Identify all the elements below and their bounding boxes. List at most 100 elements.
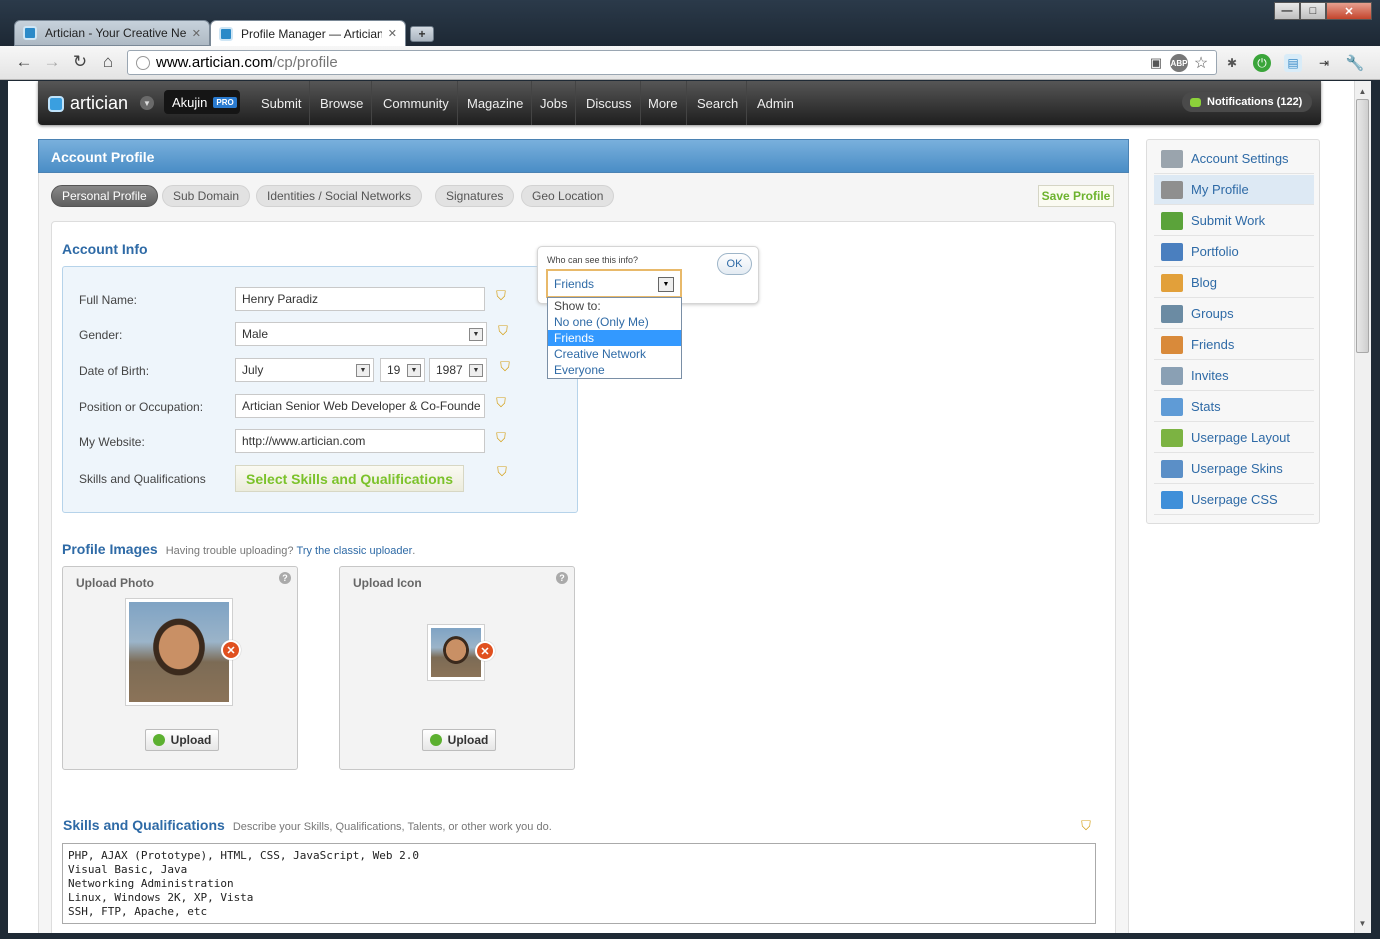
- close-window-button[interactable]: ✕: [1326, 2, 1372, 20]
- privacy-shield-icon[interactable]: ⛉: [494, 430, 508, 445]
- adblock-icon[interactable]: ABP: [1170, 54, 1188, 72]
- speech-bubble-icon: [1190, 97, 1201, 107]
- nav-more[interactable]: More: [640, 81, 687, 125]
- browser-tab-artician[interactable]: Artician - Your Creative Net ✕: [14, 20, 210, 46]
- privacy-select[interactable]: Friends ▼: [546, 269, 682, 298]
- gender-select[interactable]: Male ▼: [235, 322, 487, 346]
- scroll-down-arrow-icon[interactable]: ▼: [1356, 916, 1369, 930]
- browser-tab-profile-manager[interactable]: Profile Manager — Artician ✕: [210, 20, 406, 46]
- dob-month-select[interactable]: July ▼: [235, 358, 374, 382]
- refresh-icon: [152, 734, 165, 746]
- nav-admin[interactable]: Admin: [749, 81, 802, 125]
- tab-close-icon[interactable]: ✕: [192, 27, 201, 40]
- sidebar-item-userpage-layout[interactable]: Userpage Layout: [1154, 423, 1314, 453]
- sidebar-item-blog[interactable]: Blog: [1154, 268, 1314, 298]
- sidebar-item-invites[interactable]: Invites: [1154, 361, 1314, 391]
- upload-photo-title: Upload Photo: [76, 576, 154, 590]
- logo-dropdown-icon[interactable]: ▼: [140, 96, 154, 110]
- home-icon[interactable]: ⌂: [98, 52, 118, 72]
- sidebar-item-groups[interactable]: Groups: [1154, 299, 1314, 329]
- option-creative-network[interactable]: Creative Network: [548, 346, 681, 362]
- option-friends[interactable]: Friends: [548, 330, 681, 346]
- help-icon[interactable]: ?: [556, 572, 568, 584]
- delete-icon-icon[interactable]: ✕: [475, 641, 495, 661]
- scrollbar-thumb[interactable]: [1356, 99, 1369, 353]
- skills-textarea[interactable]: PHP, AJAX (Prototype), HTML, CSS, JavaSc…: [62, 843, 1096, 924]
- sidebar-item-friends[interactable]: Friends: [1154, 330, 1314, 360]
- tab-signatures[interactable]: Signatures: [435, 185, 515, 207]
- sidebar-item-portfolio[interactable]: Portfolio: [1154, 237, 1314, 267]
- privacy-shield-icon[interactable]: ⛉: [498, 359, 512, 374]
- bookmark-star-icon[interactable]: ☆: [1192, 54, 1210, 72]
- tab-identities[interactable]: Identities / Social Networks: [256, 185, 423, 207]
- upload-photo-button[interactable]: Upload: [145, 729, 219, 751]
- sidebar-item-my-profile[interactable]: My Profile: [1154, 175, 1314, 205]
- nav-submit[interactable]: Submit: [253, 81, 311, 125]
- scroll-up-arrow-icon[interactable]: ▲: [1356, 84, 1369, 98]
- forward-arrow-icon[interactable]: →: [42, 52, 62, 72]
- nav-community[interactable]: Community: [375, 81, 458, 125]
- tab-close-icon[interactable]: ✕: [388, 27, 397, 40]
- skills-header: Skills and Qualifications Describe your …: [63, 817, 552, 833]
- privacy-shield-icon[interactable]: ⛉: [495, 464, 509, 479]
- layout-puzzle-icon: [1161, 428, 1183, 447]
- privacy-selected-value: Friends: [554, 277, 595, 291]
- privacy-shield-icon[interactable]: ⛉: [1079, 818, 1093, 833]
- address-bar[interactable]: www.artician.com/cp/profile: [127, 50, 1217, 75]
- website-field[interactable]: http://www.artician.com: [235, 429, 485, 453]
- tab-sub-domain[interactable]: Sub Domain: [162, 185, 251, 207]
- notifications-button[interactable]: Notifications (122): [1182, 92, 1312, 112]
- sidebar-item-account-settings[interactable]: Account Settings: [1154, 144, 1314, 174]
- sidebar-item-label: Invites: [1191, 368, 1229, 383]
- maximize-button[interactable]: □: [1300, 2, 1326, 20]
- sidebar-item-userpage-skins[interactable]: Userpage Skins: [1154, 454, 1314, 484]
- power-extension-icon[interactable]: ⏻: [1253, 54, 1271, 72]
- privacy-shield-icon[interactable]: ⛉: [494, 395, 508, 410]
- rss-icon[interactable]: ▣: [1147, 54, 1165, 72]
- option-no-one[interactable]: No one (Only Me): [548, 314, 681, 330]
- pro-badge: PRO: [213, 96, 237, 108]
- wrench-menu-icon[interactable]: 🔧: [1346, 54, 1365, 72]
- user-menu[interactable]: Akujin PRO: [164, 90, 240, 114]
- dob-day-select[interactable]: 19 ▼: [380, 358, 425, 382]
- new-tab-button[interactable]: +: [410, 26, 434, 42]
- site-logo[interactable]: artician: [48, 93, 128, 114]
- tab-geo-location[interactable]: Geo Location: [521, 185, 615, 207]
- nav-jobs[interactable]: Jobs: [532, 81, 577, 125]
- privacy-shield-icon[interactable]: ⛉: [494, 288, 508, 303]
- nav-magazine[interactable]: Magazine: [459, 81, 533, 125]
- dob-label: Date of Birth:: [79, 364, 150, 378]
- page-viewport: artician ▼ Akujin PRO Submit Browse Commu…: [8, 81, 1354, 933]
- sidebar-item-userpage-css[interactable]: Userpage CSS: [1154, 485, 1314, 515]
- firebug-icon[interactable]: ✱: [1223, 54, 1241, 72]
- dob-day-value: 19: [387, 363, 401, 377]
- help-icon[interactable]: ?: [279, 572, 291, 584]
- download-arrow-icon: [1161, 211, 1183, 230]
- nav-discuss[interactable]: Discuss: [578, 81, 641, 125]
- nav-search[interactable]: Search: [689, 81, 748, 125]
- sidebar-item-stats[interactable]: Stats: [1154, 392, 1314, 422]
- reload-icon[interactable]: ↻: [70, 52, 90, 72]
- minimize-button[interactable]: —: [1274, 2, 1300, 20]
- site-navbar: artician ▼ Akujin PRO Submit Browse Commu…: [38, 81, 1321, 125]
- ok-button[interactable]: OK: [717, 253, 752, 275]
- document-extension-icon[interactable]: ▤: [1284, 54, 1302, 72]
- groups-icon: [1161, 304, 1183, 323]
- dob-year-select[interactable]: 1987 ▼: [429, 358, 487, 382]
- page-action-icon[interactable]: ⇥: [1315, 54, 1333, 72]
- save-profile-button[interactable]: Save Profile: [1038, 185, 1114, 207]
- nav-browse[interactable]: Browse: [312, 81, 373, 125]
- back-arrow-icon[interactable]: ←: [14, 52, 34, 72]
- delete-photo-icon[interactable]: ✕: [221, 640, 241, 660]
- upload-icon-button[interactable]: Upload: [422, 729, 496, 751]
- privacy-shield-icon[interactable]: ⛉: [496, 323, 510, 338]
- classic-uploader-link[interactable]: Try the classic uploader: [297, 545, 413, 557]
- select-skills-button[interactable]: Select Skills and Qualifications: [235, 465, 464, 492]
- position-field[interactable]: Artician Senior Web Developer & Co-Found…: [235, 394, 485, 418]
- position-label: Position or Occupation:: [79, 400, 204, 414]
- logo-text: artician: [70, 93, 129, 113]
- sidebar-item-submit-work[interactable]: Submit Work: [1154, 206, 1314, 236]
- full-name-field[interactable]: Henry Paradiz: [235, 287, 485, 311]
- option-everyone[interactable]: Everyone: [548, 362, 681, 378]
- tab-personal-profile[interactable]: Personal Profile: [51, 185, 158, 207]
